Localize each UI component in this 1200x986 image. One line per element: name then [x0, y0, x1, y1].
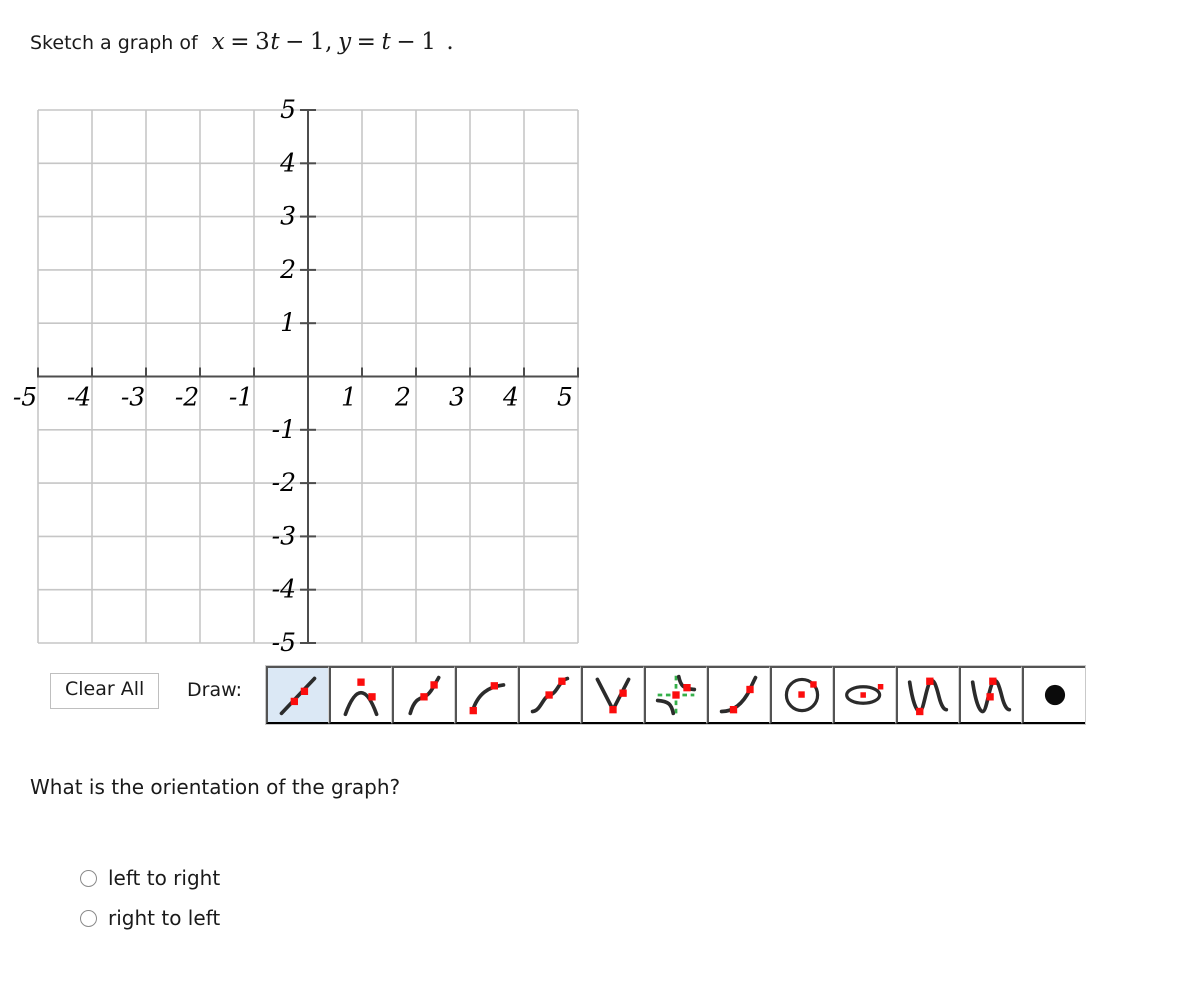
x-axis-label: -2	[175, 383, 199, 412]
ellipse-icon	[845, 684, 884, 705]
y-axis-label: 4	[279, 148, 296, 177]
y-axis-label: 1	[280, 308, 296, 337]
equation-x-variable: x	[211, 29, 226, 55]
y-axis-label: -5	[272, 628, 296, 657]
y-axis-label: 3	[280, 202, 296, 231]
exponential-tool[interactable]	[707, 666, 770, 724]
sigmoid-icon	[530, 676, 570, 714]
sine-tool[interactable]	[896, 666, 959, 724]
clear-all-button[interactable]: Clear All	[50, 673, 160, 709]
x-axis-label: -4	[67, 383, 91, 412]
equation-equals-2: =	[356, 29, 377, 55]
parabola-tool[interactable]	[329, 666, 392, 724]
cosine-tool[interactable]	[959, 666, 1022, 724]
x-axis-label: -5	[13, 383, 37, 412]
x-axis-label: 1	[341, 383, 357, 412]
equation-t-1: t	[270, 29, 281, 55]
equation-t-2: t	[381, 29, 392, 55]
y-axis-label: -1	[272, 415, 296, 444]
circle-icon	[784, 677, 820, 713]
rational-tool[interactable]	[644, 666, 707, 724]
equation-minus-2: −	[396, 29, 417, 55]
equation-comma: ,	[325, 29, 333, 55]
x-axis-label: -3	[121, 383, 145, 412]
x-axis-labels: -5 -4 -3 -2 -1 1 2 3 4 5	[13, 383, 573, 412]
absolute-value-tool[interactable]	[581, 666, 644, 724]
drawing-toolbar: Clear All Draw:	[0, 660, 1200, 730]
radio-button-right-to-left[interactable]	[80, 909, 97, 927]
x-axis-label: 2	[394, 383, 411, 412]
circle-tool[interactable]	[770, 666, 833, 724]
page-title: Sketch a graph of x = 3t − 1, y = t − 1.	[30, 28, 454, 58]
choice-right-to-left[interactable]: right to left	[80, 898, 220, 938]
prompt-lead-text: Sketch a graph of	[30, 32, 198, 54]
equation-one-1: 1	[310, 29, 326, 55]
parabola-icon	[343, 678, 379, 717]
equation-coefficient: 3	[255, 29, 271, 55]
equation-y-variable: y	[338, 29, 352, 55]
prompt-period: .	[446, 29, 454, 55]
x-axis-label: 4	[502, 383, 519, 412]
cosine-wave-icon	[970, 677, 1012, 714]
sine-wave-icon	[907, 677, 949, 716]
radio-button-left-to-right[interactable]	[80, 869, 97, 887]
radical-icon	[469, 682, 506, 715]
line-icon	[279, 676, 317, 716]
absolute-value-icon	[595, 677, 631, 714]
y-axis-label: 5	[280, 95, 296, 124]
filled-dot-icon	[1044, 684, 1065, 706]
graph-canvas[interactable]: -5 -4 -3 -2 -1 1 2 3 4 5 5 4 3 2 1 -1 -2 -3 -4 -5	[0, 90, 620, 660]
tool-palette	[265, 665, 1086, 725]
y-axis-label: -2	[272, 468, 296, 497]
line-tool[interactable]	[266, 666, 329, 724]
ellipse-tool[interactable]	[833, 666, 896, 724]
exponential-icon	[719, 675, 758, 714]
point-tool[interactable]	[1022, 666, 1085, 724]
cubic-tool[interactable]	[392, 666, 455, 724]
x-axis-label: 5	[557, 383, 573, 412]
choice-left-to-right[interactable]: left to right	[80, 858, 220, 898]
choice-label-left-to-right: left to right	[108, 866, 221, 890]
parametric-equation: x = 3t − 1, y = t − 1	[212, 29, 437, 55]
hyperbola-asymptote-icon	[655, 674, 697, 716]
equation-equals-1: =	[230, 29, 251, 55]
draw-label: Draw:	[187, 679, 242, 701]
sigmoid-tool[interactable]	[518, 666, 581, 724]
answer-choices: left to right right to left	[80, 858, 220, 938]
cubic-icon	[408, 675, 441, 716]
equation-minus-1: −	[285, 29, 305, 55]
choice-label-right-to-left: right to left	[108, 906, 221, 930]
equation-one-2: 1	[421, 29, 437, 55]
radical-tool[interactable]	[455, 666, 518, 724]
x-axis-label: -1	[229, 383, 253, 412]
y-axis-label: 2	[279, 255, 296, 284]
y-axis-label: -4	[272, 575, 296, 604]
coordinate-plane[interactable]: -5 -4 -3 -2 -1 1 2 3 4 5 5 4 3 2 1 -1 -2 -3 -4 -5	[0, 90, 620, 660]
x-axis-label: 3	[449, 383, 465, 412]
y-axis-label: -3	[272, 521, 296, 550]
question-text: What is the orientation of the graph?	[30, 775, 401, 799]
